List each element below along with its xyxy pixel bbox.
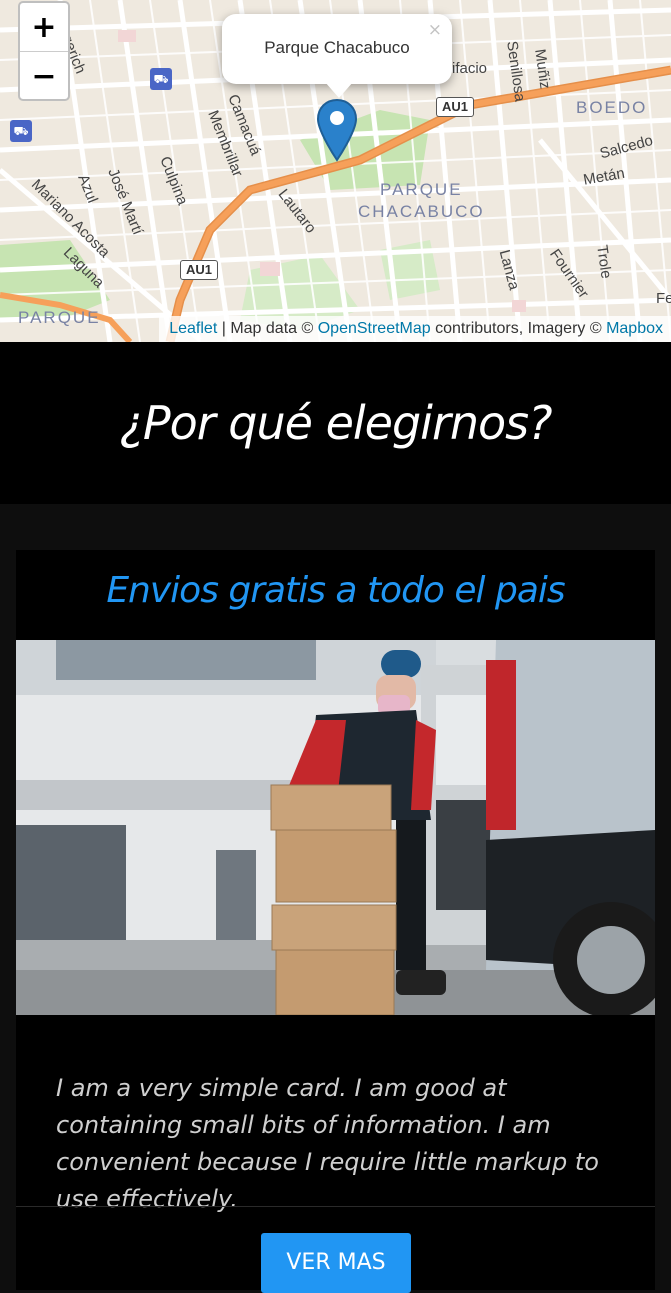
attribution-text: contributors, Imagery ©: [430, 320, 607, 337]
leaflet-link[interactable]: Leaflet: [169, 320, 217, 337]
street-label: ifacio: [452, 60, 488, 77]
mapbox-link[interactable]: Mapbox: [606, 320, 663, 337]
popup-close-button[interactable]: ×: [428, 20, 442, 40]
map-attribution: Leaflet | Map data © OpenStreetMap contr…: [159, 316, 671, 342]
map-popup: Parque Chacabuco ×: [222, 14, 452, 98]
section-heading-band: ¿Por qué elegirnos?: [0, 342, 671, 504]
street-label: Fe: [656, 290, 671, 307]
popup-tip: [325, 82, 353, 98]
train-icon: ⛟: [10, 120, 32, 142]
map-marker-icon[interactable]: [316, 98, 358, 162]
district-label: CHACABUCO: [358, 202, 485, 221]
zoom-control: + −: [18, 1, 70, 101]
section-heading: ¿Por qué elegirnos?: [119, 396, 552, 450]
highway-shield: AU1: [180, 260, 219, 280]
card-divider: [16, 1206, 655, 1207]
district-label: PARQUE: [18, 308, 101, 327]
delivery-photo: [16, 640, 655, 1015]
card-title: Envios gratis a todo el pais: [106, 570, 565, 611]
zoom-in-button[interactable]: +: [20, 3, 68, 52]
map[interactable]: Argerich Camacuá Membrillar Culpina Laut…: [0, 0, 671, 342]
zoom-out-button[interactable]: −: [20, 52, 68, 100]
feature-card: Envios gratis a todo el pais I am a very…: [16, 550, 655, 1293]
card-text: I am a very simple card. I am good at co…: [56, 1074, 599, 1213]
ver-mas-button[interactable]: VER MAS: [261, 1233, 411, 1293]
attribution-text: | Map data ©: [217, 320, 318, 337]
district-label: BOEDO: [576, 98, 648, 117]
osm-link[interactable]: OpenStreetMap: [318, 320, 431, 337]
train-icon: ⛟: [150, 68, 172, 90]
highway-shield: AU1: [436, 97, 475, 117]
popup-text: Parque Chacabuco: [264, 38, 410, 57]
district-label: PARQUE: [380, 180, 463, 199]
